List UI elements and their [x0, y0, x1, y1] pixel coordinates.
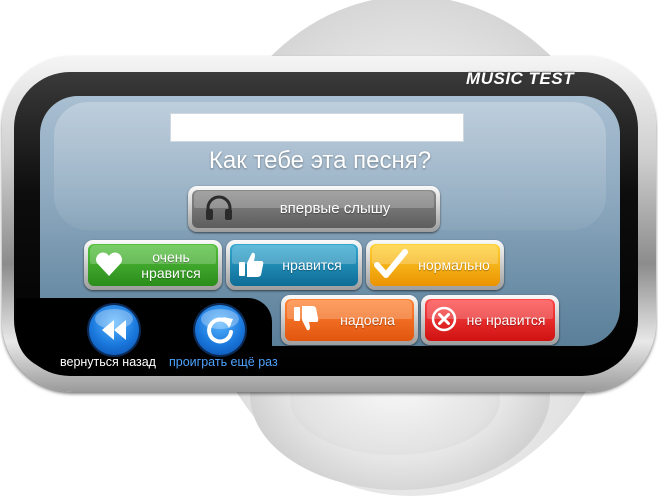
bored-label: надоела: [340, 312, 395, 328]
headphones-icon: [204, 194, 234, 225]
replay-label[interactable]: проиграть ещё раз: [169, 355, 278, 369]
question-text: Как тебе эта песня?: [208, 147, 432, 174]
back-label[interactable]: вернуться назад: [60, 355, 156, 369]
thumbs-down-icon: [291, 304, 321, 337]
love-label: очень нравится: [141, 249, 201, 281]
first-time-label: впервые слышу: [279, 200, 391, 217]
dislike-label: не нравится: [466, 312, 546, 328]
heart-icon: [94, 250, 124, 281]
close-circle-icon: [431, 306, 457, 335]
love-button[interactable]: очень нравится: [84, 240, 222, 290]
like-label: нравится: [282, 257, 342, 273]
checkmark-icon: [374, 248, 408, 282]
ok-button[interactable]: нормально: [366, 240, 504, 290]
dislike-button[interactable]: не нравится: [421, 295, 559, 345]
song-title-box: [170, 113, 464, 142]
back-button[interactable]: [89, 305, 139, 355]
ok-label: нормально: [418, 257, 490, 273]
first-time-button[interactable]: впервые слышу: [188, 186, 440, 232]
thumbs-up-icon: [236, 249, 266, 282]
bored-button[interactable]: надоела: [281, 295, 418, 345]
app-title: MUSIC TEST: [466, 69, 574, 88]
like-button[interactable]: нравится: [226, 240, 362, 290]
replay-button[interactable]: [195, 305, 245, 355]
